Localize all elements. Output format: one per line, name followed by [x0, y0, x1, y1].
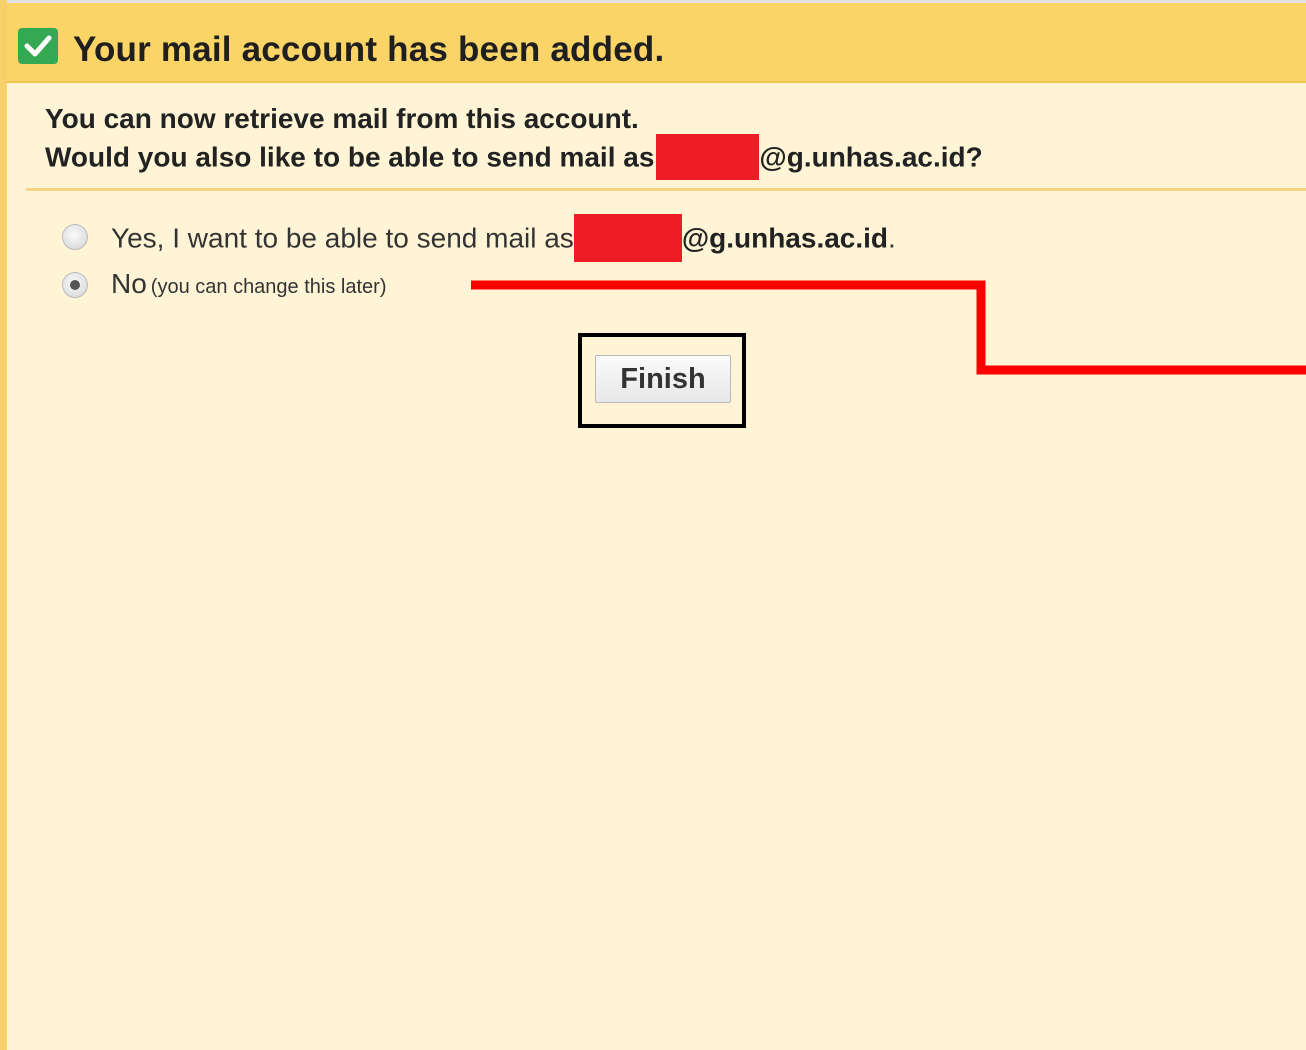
intro-line-1: You can now retrieve mail from this acco…: [45, 103, 639, 134]
add-mail-account-panel: Your mail account has been added. You ca…: [0, 0, 1306, 1050]
finish-button[interactable]: Finish: [595, 355, 731, 403]
option-no-label[interactable]: No (you can change this later): [111, 264, 386, 307]
success-banner: Your mail account has been added.: [7, 3, 1306, 83]
intro-text: You can now retrieve mail from this acco…: [45, 101, 983, 182]
radio-yes[interactable]: [62, 224, 88, 250]
divider: [26, 188, 1306, 191]
redacted-username: [573, 214, 682, 262]
option-no-text: No: [111, 268, 147, 299]
checkbox-checked-icon: [18, 28, 58, 64]
radio-no[interactable]: [62, 272, 88, 298]
option-no-note: (you can change this later): [150, 276, 387, 298]
option-yes-text: Yes, I want to be able to send mail as: [111, 222, 574, 254]
banner-title: Your mail account has been added.: [73, 30, 665, 69]
option-yes-domain: @g.unhas.ac.id: [681, 222, 889, 254]
redacted-username: [656, 134, 760, 180]
option-yes-label[interactable]: Yes, I want to be able to send mail as @g…: [111, 214, 896, 264]
intro-line-2-suffix: @g.unhas.ac.id?: [759, 141, 983, 173]
option-yes-period: .: [888, 222, 896, 254]
intro-line-2: Would you also like to be able to send m…: [45, 134, 983, 182]
intro-line-2-prefix: Would you also like to be able to send m…: [45, 141, 655, 173]
